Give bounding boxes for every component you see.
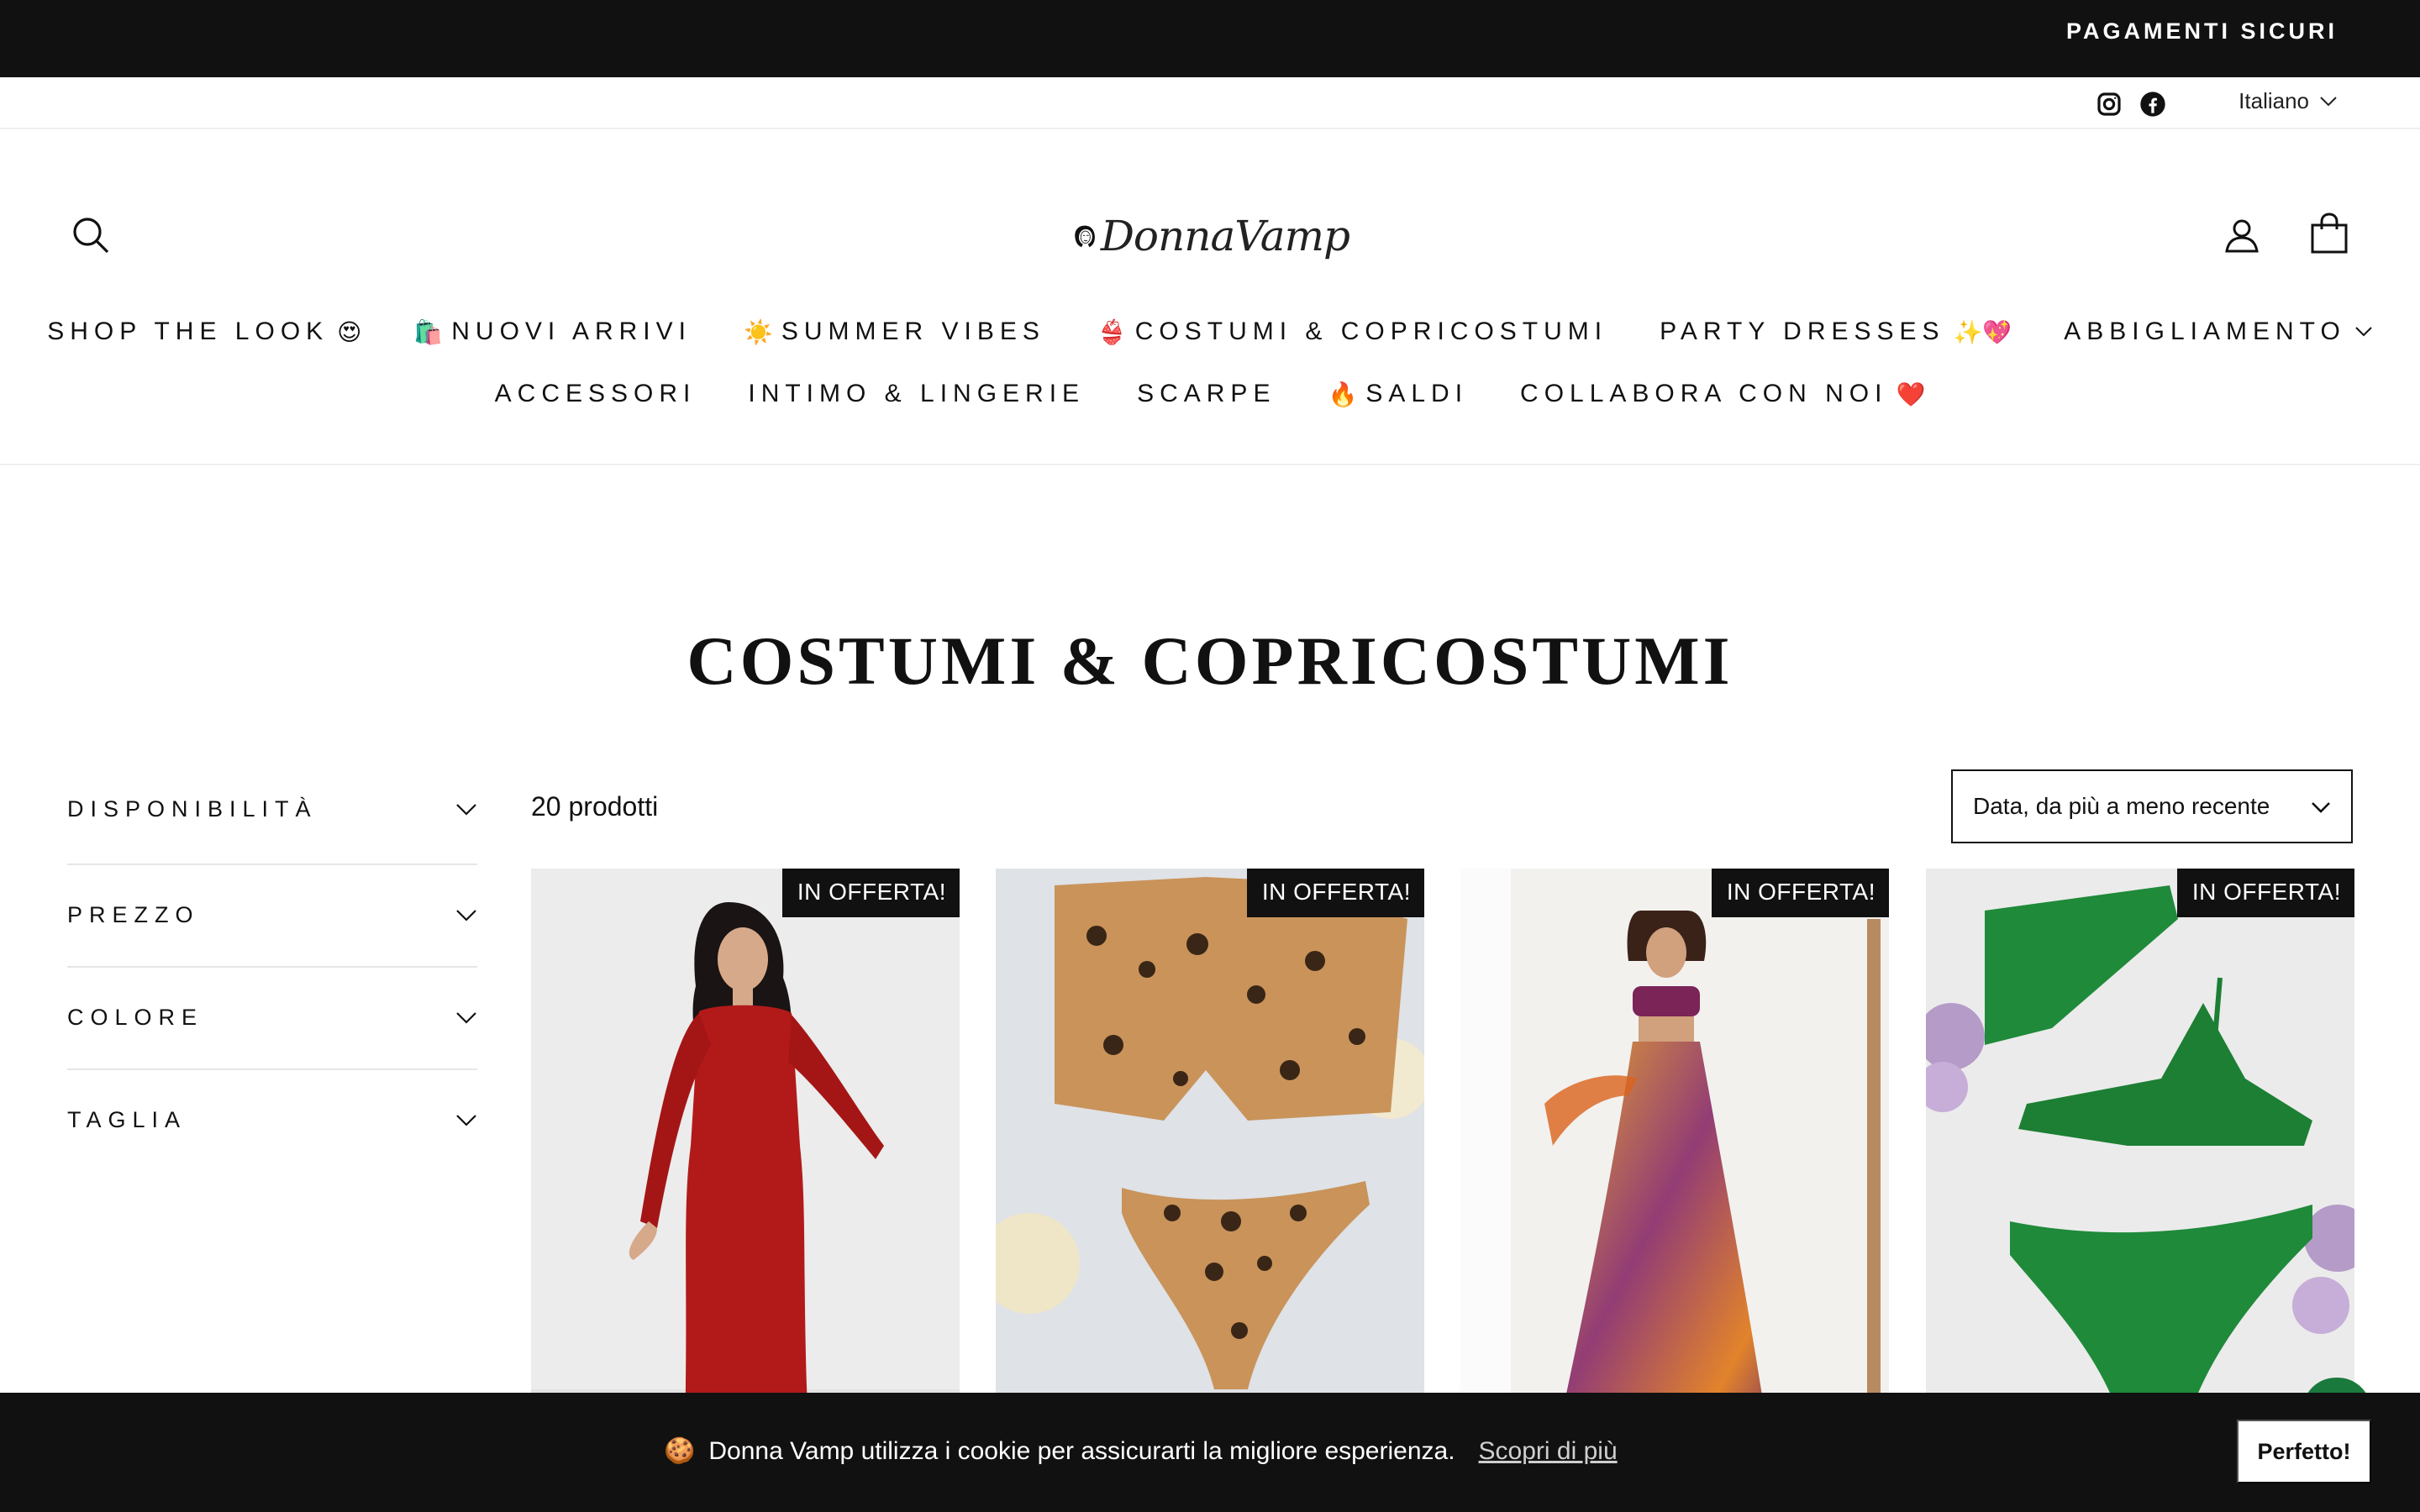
cart-icon[interactable] bbox=[2307, 210, 2351, 257]
sale-badge: IN OFFERTA! bbox=[781, 869, 960, 917]
main-nav-row-2: ACCESSORI INTIMO & LINGERIE SCARPE 🔥 SAL… bbox=[0, 380, 2420, 408]
instagram-icon[interactable] bbox=[2092, 87, 2126, 121]
sale-badge: IN OFFERTA! bbox=[1246, 869, 1424, 917]
filter-availability[interactable]: DISPONIBILITÀ bbox=[67, 774, 477, 865]
nav-item-scarpe[interactable]: SCARPE bbox=[1137, 380, 1276, 408]
main-nav-row-1: SHOP THE LOOK 😍 🛍️ NUOVI ARRIVI ☀️ SUMME… bbox=[0, 318, 2420, 346]
nav-item-costumi[interactable]: 👙 COSTUMI & COPRICOSTUMI bbox=[1097, 318, 1607, 346]
chevron-down-icon bbox=[456, 1012, 476, 1024]
sale-badge: IN OFFERTA! bbox=[1711, 869, 1889, 917]
cookie-text: Donna Vamp utilizza i cookie per assicur… bbox=[708, 1436, 1455, 1465]
logo-face-icon bbox=[1075, 225, 1095, 248]
sale-badge: IN OFFERTA! bbox=[2176, 869, 2354, 917]
nav-item-shop-the-look[interactable]: SHOP THE LOOK 😍 bbox=[47, 318, 361, 346]
filter-size[interactable]: TAGLIA bbox=[67, 1070, 477, 1173]
sort-select[interactable]: Data, da più a meno recente bbox=[1951, 769, 2353, 843]
filter-label: COLORE bbox=[67, 1005, 204, 1030]
announcement-bar: PAGAMENTI SICURI bbox=[0, 0, 2420, 77]
sort-selected-value: Data, da più a meno recente bbox=[1973, 793, 2270, 819]
nav-item-saldi[interactable]: 🔥 SALDI bbox=[1328, 380, 1468, 408]
search-icon[interactable] bbox=[69, 213, 113, 257]
nav-item-party-dresses[interactable]: PARTY DRESSES ✨💖 bbox=[1660, 318, 2012, 346]
nav-item-collabora[interactable]: COLLABORA CON NOI ❤️ bbox=[1520, 380, 1925, 408]
chevron-down-icon bbox=[2312, 802, 2330, 813]
filter-color[interactable]: COLORE bbox=[67, 968, 477, 1070]
filters-sidebar: DISPONIBILITÀ PREZZO COLORE TAGLIA bbox=[67, 774, 477, 1173]
chevron-down-icon bbox=[456, 910, 476, 921]
cookie-learn-more-link[interactable]: Scopri di più bbox=[1479, 1437, 1618, 1466]
nav-item-summer-vibes[interactable]: ☀️ SUMMER VIBES bbox=[744, 318, 1045, 346]
nav-item-accessori[interactable]: ACCESSORI bbox=[495, 380, 697, 408]
cookie-banner: 🍪 Donna Vamp utilizza i cookie per assic… bbox=[0, 1393, 2420, 1512]
language-label: Italiano bbox=[2238, 88, 2309, 113]
chevron-down-icon bbox=[2320, 96, 2337, 106]
chevron-down-icon bbox=[2355, 327, 2372, 337]
language-selector[interactable]: Italiano bbox=[2238, 88, 2338, 114]
announcement-text: PAGAMENTI SICURI bbox=[2065, 18, 2338, 44]
chevron-down-icon bbox=[456, 804, 476, 816]
chevron-down-icon bbox=[456, 1115, 476, 1126]
filter-label: PREZZO bbox=[67, 902, 200, 927]
site-header: DonnaVamp SHOP THE LOOK 😍 🛍️ NUOVI ARRIV… bbox=[0, 129, 2420, 465]
page-title: COSTUMI & COPRICOSTUMI bbox=[687, 622, 1733, 699]
filter-label: DISPONIBILITÀ bbox=[67, 796, 318, 822]
nav-item-nuovi-arrivi[interactable]: 🛍️ NUOVI ARRIVI bbox=[413, 318, 692, 346]
cookie-message: 🍪 Donna Vamp utilizza i cookie per assic… bbox=[664, 1436, 1618, 1466]
cookie-emoji-icon: 🍪 bbox=[664, 1437, 696, 1465]
facebook-icon[interactable] bbox=[2136, 87, 2170, 121]
nav-item-intimo[interactable]: INTIMO & LINGERIE bbox=[748, 380, 1085, 408]
product-count: 20 prodotti bbox=[531, 791, 659, 822]
account-icon[interactable] bbox=[2220, 213, 2264, 257]
filter-label: TAGLIA bbox=[67, 1107, 187, 1132]
filter-price[interactable]: PREZZO bbox=[67, 865, 477, 968]
logo-text: DonnaVamp bbox=[1100, 212, 1350, 260]
utility-bar: Italiano bbox=[0, 77, 2420, 129]
site-logo[interactable]: DonnaVamp bbox=[1072, 198, 1350, 274]
cookie-accept-button[interactable]: Perfetto! bbox=[2237, 1420, 2371, 1483]
nav-item-abbigliamento[interactable]: ABBIGLIAMENTO bbox=[2064, 318, 2373, 346]
